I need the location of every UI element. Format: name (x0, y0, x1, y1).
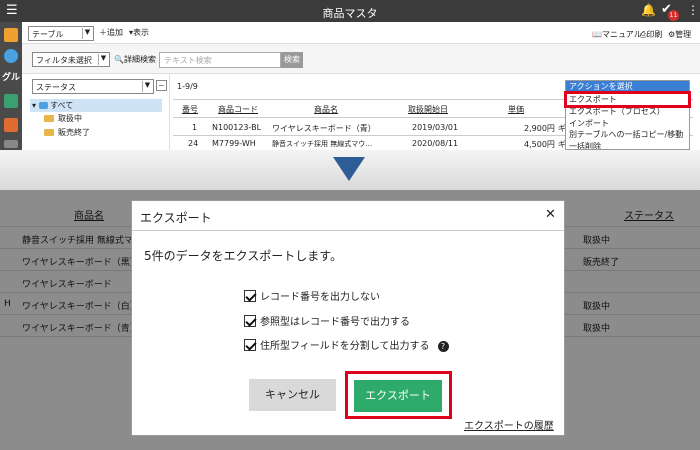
cell-name: 静音スイッチ採用 無線式マウ… (272, 140, 373, 148)
option-split-address[interactable]: 住所型フィールドを分割して出力する? (244, 337, 449, 352)
tree-item-all[interactable]: ▾ すべて (30, 99, 162, 112)
cell-name: ワイヤレスキーボード（青） (272, 124, 376, 133)
cell-date: 2020/08/11 (412, 139, 459, 148)
cell-code: M7799-WH (212, 139, 256, 148)
tree-item-discontinued[interactable]: 販売終了 (44, 127, 90, 138)
close-icon[interactable]: ✕ (545, 207, 556, 222)
tree-item-on-sale[interactable]: 取扱中 (44, 113, 82, 124)
menu-item-bulk-delete[interactable]: 一括削除 (569, 141, 601, 149)
print-label: 印刷 (646, 30, 663, 39)
database-icon[interactable] (4, 49, 18, 63)
add-button[interactable]: ＋追加 (99, 27, 123, 38)
divider (132, 230, 564, 231)
chevron-down-icon: ▼ (82, 28, 92, 39)
database-icon (38, 102, 48, 109)
app-header: ☰ 商品マスタ 🔔 ✔ 11 ⋮ (0, 0, 700, 22)
tree-field-select[interactable]: ステータス ▼ (32, 79, 154, 94)
filter-select[interactable]: フィルタ未選択 ▼ (32, 52, 110, 67)
collapse-icon[interactable]: － (156, 80, 167, 91)
record-range: 1-9/9 (177, 82, 198, 91)
folder-icon (44, 115, 54, 122)
admin-link[interactable]: ⚙管理 (668, 29, 691, 40)
expand-icon: ▾ (32, 101, 37, 110)
arrow-down-icon (333, 157, 365, 181)
cell-price: 2,900円 (524, 124, 555, 133)
help-icon[interactable]: ? (437, 341, 449, 352)
folder-icon (44, 129, 54, 136)
bell-icon[interactable]: 🔔 (641, 3, 656, 17)
detail-search-label: 詳細検索 (123, 55, 156, 64)
menu-item-bulk-copy-move[interactable]: 別テーブルへの一括コピー/移動 (569, 129, 683, 140)
chevron-down-icon: ▼ (98, 54, 108, 65)
calendar-icon[interactable] (4, 118, 18, 132)
add-label: 追加 (107, 28, 123, 37)
display-label: 表示 (133, 28, 150, 37)
category-tree: ステータス ▼ － ▾ すべて 取扱中 販売終了 (22, 74, 170, 150)
dialog-message: 5件のデータをエクスポートします。 (144, 249, 343, 263)
highlight-box (345, 371, 452, 419)
option-no-record-number[interactable]: レコード番号を出力しない (244, 288, 380, 303)
print-link[interactable]: ⎙印刷 (640, 29, 662, 40)
cell-number: 24 (188, 139, 199, 148)
column-header-date[interactable]: 取扱開始日 (408, 104, 448, 115)
view-select[interactable]: テーブル ▼ (28, 26, 94, 41)
admin-label: 管理 (675, 30, 692, 39)
notification-badge: 11 (668, 10, 679, 21)
option-label: 参照型はレコード番号で出力する (260, 317, 410, 328)
cell-code: N100123-BL (212, 123, 262, 132)
checkbox[interactable] (244, 339, 256, 351)
export-dialog: エクスポート ✕ 5件のデータをエクスポートします。 レコード番号を出力しない … (131, 200, 565, 436)
checkbox[interactable] (244, 290, 256, 302)
cell-date: 2019/03/01 (412, 123, 459, 132)
view-select-value: テーブル (32, 30, 64, 39)
cell-number: 1 (192, 123, 198, 132)
chevron-down-icon: ▼ (142, 81, 152, 92)
tree-field-value: ステータス (36, 83, 76, 92)
option-label: レコード番号を出力しない (260, 292, 380, 303)
top-toolbar: テーブル ▼ ＋追加 ▾表示 📖マニュアル ⎙印刷 ⚙管理 (22, 22, 700, 44)
column-header-name[interactable]: 商品名 (314, 104, 338, 115)
option-label: 住所型フィールドを分割して出力する (260, 341, 430, 352)
page-title: 商品マスタ (322, 7, 378, 20)
tree-item-label: 販売終了 (58, 128, 90, 137)
dialog-title: エクスポート (140, 211, 212, 225)
menu-item-import[interactable]: インポート (569, 118, 609, 129)
more-menu-icon[interactable]: ⋮ (687, 3, 699, 17)
tree-item-label: すべて (50, 101, 74, 110)
display-button[interactable]: ▾表示 (129, 27, 149, 38)
column-header-price[interactable]: 単価 (508, 104, 524, 115)
column-header-code[interactable]: 商品コード (218, 104, 258, 115)
detail-search-link[interactable]: 🔍詳細検索 (114, 54, 156, 65)
checkbox[interactable] (244, 315, 256, 327)
filter-bar: フィルタ未選択 ▼ 🔍詳細検索 テキスト検索 検索 (22, 44, 700, 74)
manual-label: マニュアル (601, 30, 642, 39)
cancel-button[interactable]: キャンセル (249, 379, 336, 411)
column-header-number[interactable]: 番号 (182, 104, 198, 115)
search-input[interactable]: テキスト検索 (159, 52, 281, 68)
cell-price: 4,500円 (524, 140, 555, 149)
chevron-right-icon[interactable] (4, 94, 18, 108)
option-reference-as-record-number[interactable]: 参照型はレコード番号で出力する (244, 313, 410, 328)
tree-item-label: 取扱中 (58, 114, 82, 123)
search-button[interactable]: 検索 (281, 52, 303, 68)
side-nav: グル (0, 22, 22, 150)
home-icon[interactable] (4, 28, 18, 42)
highlight-box (564, 91, 691, 108)
filter-select-value: フィルタ未選択 (36, 56, 92, 65)
group-label: グル (2, 73, 21, 83)
manual-link[interactable]: 📖マニュアル (592, 29, 642, 40)
list-icon[interactable] (4, 140, 18, 148)
export-history-link[interactable]: エクスポートの履歴 (464, 417, 554, 432)
